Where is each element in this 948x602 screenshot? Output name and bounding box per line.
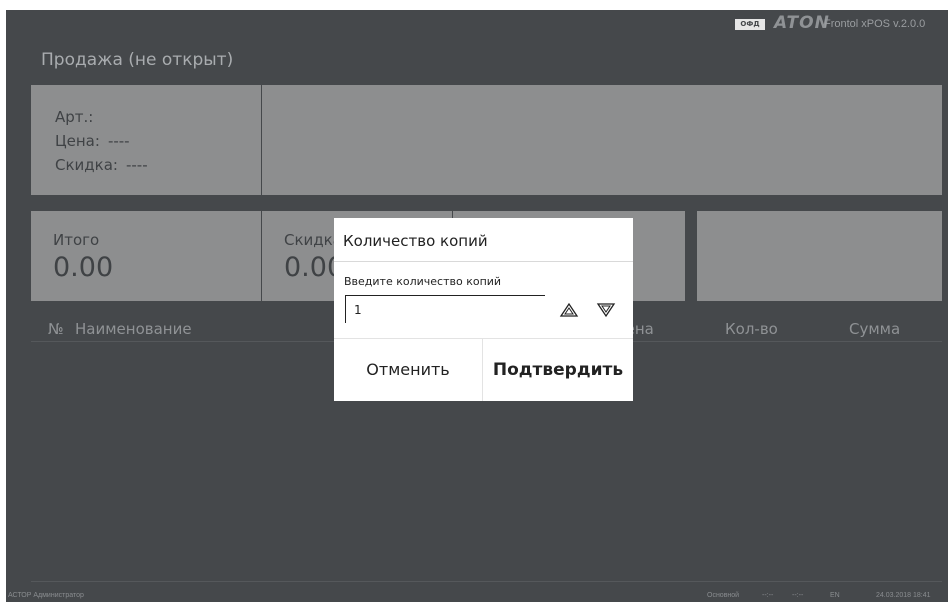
status-datetime: 24.03.2018 18:41 <box>876 592 931 599</box>
article-line: Арт.: <box>55 108 101 126</box>
discount-label: Скидка: <box>55 156 118 174</box>
dialog-title: Количество копий <box>343 232 488 250</box>
item-info-panel: Арт.: Цена: ---- Скидка: ---- <box>31 85 261 195</box>
item-image-panel <box>262 85 942 195</box>
summary-panel-extra <box>697 211 942 301</box>
column-sum: Сумма <box>849 320 901 338</box>
total-panel: Итого 0.00 <box>31 211 261 301</box>
cancel-button[interactable]: Отменить <box>334 339 482 401</box>
column-quantity: Кол-во <box>725 320 778 338</box>
copies-quantity-input[interactable] <box>345 295 545 323</box>
status-mode: Основной <box>707 592 740 599</box>
app-version: Frontol xPOS v.2.0.0 <box>824 18 926 30</box>
copies-dialog: Количество копий Введите количество копи… <box>334 218 633 401</box>
price-line: Цена: ---- <box>55 132 130 150</box>
total-label: Итого <box>53 231 100 249</box>
footer-divider <box>31 581 942 582</box>
total-value: 0.00 <box>53 252 114 283</box>
ofd-badge: ОФД <box>735 19 765 30</box>
discount-value: ---- <box>125 156 148 174</box>
status-language: EN <box>830 592 840 599</box>
status-field-1: --:-- <box>762 592 774 599</box>
price-label: Цена: <box>55 132 100 150</box>
status-field-2: --:-- <box>792 592 804 599</box>
triangle-up-outline-icon[interactable] <box>559 302 579 318</box>
article-label: Арт.: <box>55 108 94 126</box>
confirm-button[interactable]: Подтвердить <box>483 339 633 401</box>
dialog-prompt: Введите количество копий <box>344 275 502 288</box>
discount-line: Скидка: ---- <box>55 156 148 174</box>
dialog-divider <box>334 261 633 262</box>
column-name: Наименование <box>75 320 192 338</box>
price-value: ---- <box>107 132 130 150</box>
status-user: АСТОР Администратор <box>8 592 84 599</box>
column-number: № <box>48 320 64 338</box>
brand-logo: ATON <box>774 13 830 33</box>
page-title: Продажа (не открыт) <box>41 50 234 70</box>
status-bar: АСТОР Администратор Основной --:-- --:--… <box>6 590 948 602</box>
triangle-down-outline-icon[interactable] <box>596 302 616 318</box>
